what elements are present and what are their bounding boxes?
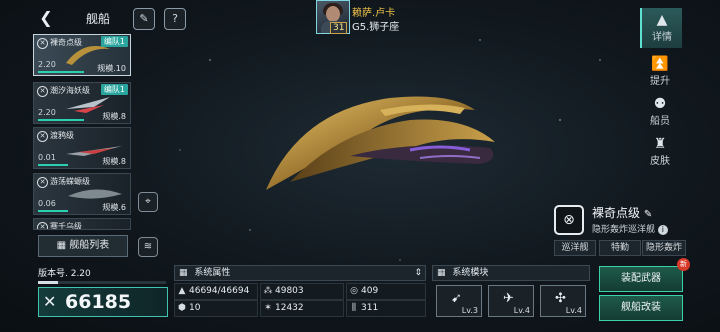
tab-skin[interactable]: ♜ 皮肤 xyxy=(640,132,680,172)
player-location: G5.狮子座 xyxy=(352,22,400,33)
tab-label: 皮肤 xyxy=(650,156,670,167)
attributes-header[interactable]: ▦ 系统属性 ⇕ xyxy=(174,265,426,281)
help-button[interactable]: ? xyxy=(164,8,186,30)
ship-title-text: 裸奇点级 xyxy=(592,206,641,220)
ship-type-text: 隐形轰炸巡洋舰 xyxy=(592,225,656,235)
system-modules-panel: ▦ 系统模块 ➹ Lv.3 ✈ Lv.4 ✣ Lv.4 xyxy=(432,265,590,317)
equip-weapons-button[interactable]: 装配武器 xyxy=(599,266,683,292)
ship-list-button[interactable]: ▦ 舰船列表 xyxy=(38,235,128,257)
close-circle-icon: ✕ xyxy=(37,86,48,97)
modules-icon: ▦ xyxy=(437,268,446,278)
version-label: 版本号. 2.20 xyxy=(38,269,91,279)
edit-pencil-icon[interactable]: ✎ xyxy=(644,209,652,220)
ship-model[interactable] xyxy=(260,90,510,200)
module-level: Lv.4 xyxy=(565,306,582,315)
shield-icon: ✶ xyxy=(264,303,272,313)
player-level: 31 xyxy=(330,22,348,34)
attr-shield: ✶ 12432 xyxy=(260,300,344,317)
attr-hull: ▲ 46694/46694 xyxy=(174,283,258,300)
tab-detail[interactable]: ▲ 详情 xyxy=(640,8,682,48)
hull-icon: ▲ xyxy=(178,286,186,296)
close-circle-icon: ✕ xyxy=(37,222,48,229)
power-rating: ✕ 66185 xyxy=(38,287,168,317)
page-title: 舰船 xyxy=(86,12,111,26)
skin-icon: ♜ xyxy=(653,136,667,152)
attr-cargo: ⫼ 311 xyxy=(346,300,426,317)
armor-icon: ◎ xyxy=(350,286,358,296)
ship-list-item[interactable]: ✕ 游荡蝾螈级 0.06 规模.6 xyxy=(33,173,131,215)
tab-label: 提升 xyxy=(650,76,670,87)
ship-type: 隐形轰炸巡洋舰 i xyxy=(592,222,668,235)
attr-value: 49803 xyxy=(275,286,304,296)
sort-toggle-icon[interactable]: ⇕ xyxy=(414,266,422,280)
ship-list-item[interactable]: ✕ 赛千乌级 xyxy=(33,218,131,230)
attr-value: 409 xyxy=(361,286,379,296)
modify-ship-button[interactable]: 舰船改装 xyxy=(599,295,683,321)
module-slot-missile[interactable]: ➹ Lv.3 xyxy=(436,285,482,317)
tab-label: 详情 xyxy=(652,32,672,43)
ship-value: 2.20 xyxy=(38,108,56,117)
player-name: 赖萨.卢卡 xyxy=(352,8,396,19)
ship-tag: 特勤 xyxy=(599,240,641,256)
module-slot-fighter[interactable]: ✈ Lv.4 xyxy=(488,285,534,317)
ship-tag: 巡洋舰 xyxy=(554,240,596,256)
attr-firepower: ⁂ 49803 xyxy=(260,283,344,300)
detail-icon: ▲ xyxy=(656,12,668,28)
tab-crew[interactable]: ⚉ 船员 xyxy=(640,92,680,132)
ship-scale: 规模.8 xyxy=(102,157,126,166)
ship-list-item[interactable]: ✕ 潮汐海妖级 编队1 2.20 规模.8 xyxy=(33,82,131,124)
ship-value: 0.01 xyxy=(38,153,56,162)
ship-list-label: 舰船列表 xyxy=(69,240,110,251)
back-arrow-icon[interactable]: ❮ xyxy=(36,8,56,28)
close-circle-icon: ✕ xyxy=(37,131,48,142)
module-level: Lv.3 xyxy=(461,306,478,315)
system-attributes-panel: ▦ 系统属性 ⇕ ▲ 46694/46694 ⁂ 49803 ◎ 409 ⬢ 10 ✶ 1… xyxy=(174,265,426,317)
ship-scale: 规模.6 xyxy=(102,203,126,212)
version-progress xyxy=(38,281,166,284)
grid-icon: ▦ xyxy=(56,240,67,251)
module-level: Lv.4 xyxy=(513,306,530,315)
attributes-icon: ▦ xyxy=(179,268,188,278)
ship-scale: 规模.10 xyxy=(97,64,126,73)
ship-list-item[interactable]: ✕ 渡鸦级 0.01 规模.8 xyxy=(33,127,131,169)
crossed-swords-icon: ✕ xyxy=(43,292,57,311)
firepower-icon: ⁂ xyxy=(263,286,273,296)
close-circle-icon: ✕ xyxy=(37,38,48,49)
brush-icon[interactable]: ✎ xyxy=(133,8,155,30)
attr-value: 10 xyxy=(189,303,201,313)
ship-title: 裸奇点级 ✎ xyxy=(592,204,652,221)
upgrade-icon: ⏫ xyxy=(651,56,669,72)
modules-header: ▦ 系统模块 xyxy=(432,265,590,281)
info-icon[interactable]: i xyxy=(657,225,668,235)
ship-value: 0.06 xyxy=(38,199,56,208)
modules-title: 系统模块 xyxy=(452,268,489,278)
speed-icon: ⬢ xyxy=(178,303,186,313)
power-value: 66185 xyxy=(65,291,132,313)
crew-icon: ⚉ xyxy=(653,96,667,112)
close-circle-icon: ✕ xyxy=(37,177,48,188)
compare-icon[interactable]: ⌖ xyxy=(138,192,158,212)
attr-value: 12432 xyxy=(275,303,304,313)
attr-value: 311 xyxy=(361,303,379,313)
tab-label: 船员 xyxy=(650,116,670,127)
ship-value: 2.20 xyxy=(38,60,56,69)
attr-armor: ◎ 409 xyxy=(346,283,426,300)
attributes-title: 系统属性 xyxy=(194,268,231,278)
attr-value: 46694/46694 xyxy=(189,286,250,296)
ship-scale: 规模.8 xyxy=(102,112,126,121)
ship-name: 赛千乌级 xyxy=(50,222,82,230)
ship-tag: 隐形轰炸 xyxy=(642,240,686,256)
ship-list-item[interactable]: ✕ 裸奇点级 编队1 2.20 规模.10 xyxy=(33,34,131,76)
module-slot-drone[interactable]: ✣ Lv.4 xyxy=(540,285,586,317)
missile-icon: ➹ xyxy=(451,291,462,306)
ship-class-emblem-icon: ⊗ xyxy=(554,205,584,235)
wave-filter-icon[interactable]: ≋ xyxy=(138,237,158,257)
fighter-icon: ✈ xyxy=(503,291,514,306)
cargo-icon: ⫼ xyxy=(351,303,357,313)
new-badge: 新 xyxy=(677,258,690,271)
drone-icon: ✣ xyxy=(555,291,566,306)
tab-upgrade[interactable]: ⏫ 提升 xyxy=(640,52,680,92)
attr-speed: ⬢ 10 xyxy=(174,300,258,317)
